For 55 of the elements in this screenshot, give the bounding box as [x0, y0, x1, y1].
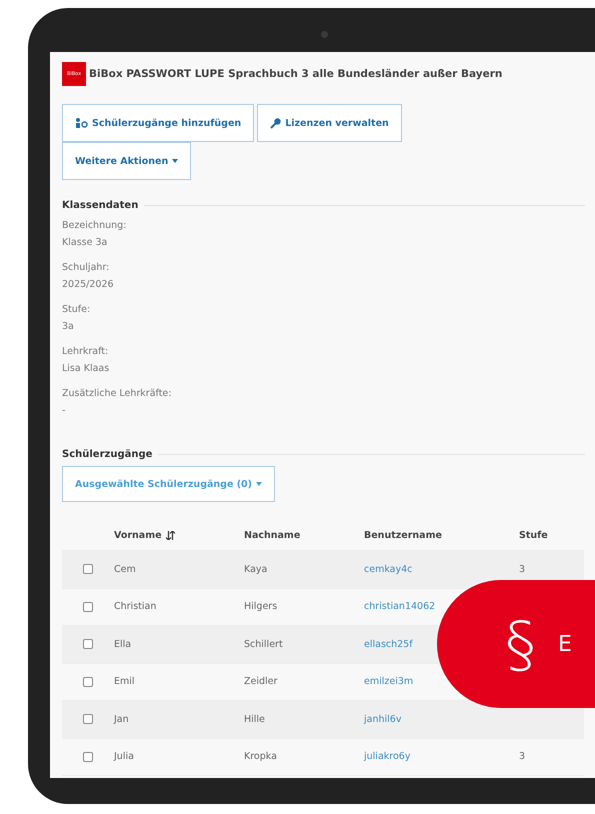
action-button[interactable]: Lizenzen verwalten	[257, 104, 402, 142]
row-checkbox[interactable]	[83, 639, 93, 650]
field-value: -	[62, 404, 66, 418]
caret-icon	[256, 482, 262, 486]
camera-icon	[321, 31, 328, 38]
field-label: Schuljahr:	[62, 261, 110, 275]
username-link[interactable]: cemkay4c	[364, 564, 412, 575]
person-add-icon	[75, 118, 88, 128]
field-value: Lisa Klaas	[62, 362, 110, 376]
field-label: Lehrkraft:	[62, 345, 110, 359]
column-header[interactable]: Benutzername	[364, 530, 519, 540]
action-button[interactable]: Weitere Aktionen	[62, 142, 192, 180]
username-link[interactable]: christian14062	[364, 601, 436, 612]
row-checkbox[interactable]	[83, 602, 93, 612]
field-label: Bezeichnung:	[62, 219, 128, 233]
row-checkbox[interactable]	[83, 676, 93, 687]
username-link[interactable]: juliakro6y	[364, 751, 410, 762]
paragraph-symbol: §	[505, 608, 536, 680]
table-cell-text: Zeidler	[244, 676, 278, 688]
table-cell-text: Schillert	[244, 638, 284, 650]
table-cell-text: Ella	[114, 638, 132, 650]
table-cell-text: 3	[519, 564, 526, 575]
row-checkbox[interactable]	[83, 714, 93, 724]
username-link[interactable]: emilzei3m	[364, 676, 414, 688]
field-value: 2025/2026	[62, 278, 115, 292]
table-cell-text: Jan	[114, 714, 130, 725]
column-header[interactable]: Vorname	[114, 530, 244, 540]
table-cell-text: Hilgers	[244, 601, 278, 612]
section-heading: Schülerzugänge	[62, 449, 152, 460]
table-cell-text: Hille	[244, 714, 266, 725]
field-label: Zusätzliche Lehrkräfte:	[62, 387, 172, 401]
field-value: 3a	[62, 320, 75, 334]
key-icon	[270, 118, 282, 128]
table-cell-text: Julia	[114, 751, 135, 762]
field-value: Klasse 3a	[62, 236, 108, 250]
table-cell-text: Emil	[114, 676, 136, 688]
caret-icon	[172, 159, 178, 163]
badge-text: E	[558, 632, 572, 656]
column-header[interactable]: Stufe	[519, 530, 579, 540]
page-title: BiBox PASSWORT LUPE Sprachbuch 3 alle Bundesländer außer Bayern	[89, 68, 502, 80]
table-cell-text: Christian	[114, 601, 158, 612]
table-cell-text: 3	[519, 751, 526, 762]
selection-dropdown[interactable]: Ausgewählte Schülerzugänge (0)	[62, 466, 276, 502]
username-link[interactable]: ellasch25f	[364, 638, 413, 650]
table-cell-text: Cem	[114, 564, 137, 575]
action-button[interactable]: Schülerzugänge hinzufügen	[62, 104, 254, 142]
table-cell-text: Kropka	[244, 751, 278, 762]
column-header[interactable]: Nachname	[244, 530, 364, 540]
sort-icon	[166, 530, 175, 540]
row-checkbox[interactable]	[83, 564, 93, 574]
section-heading: Klassendaten	[62, 200, 138, 211]
field-label: Stufe:	[62, 303, 92, 317]
username-link[interactable]: janhil6v	[364, 714, 402, 725]
table-cell-text: Kaya	[244, 564, 268, 575]
row-checkbox[interactable]	[83, 752, 93, 762]
